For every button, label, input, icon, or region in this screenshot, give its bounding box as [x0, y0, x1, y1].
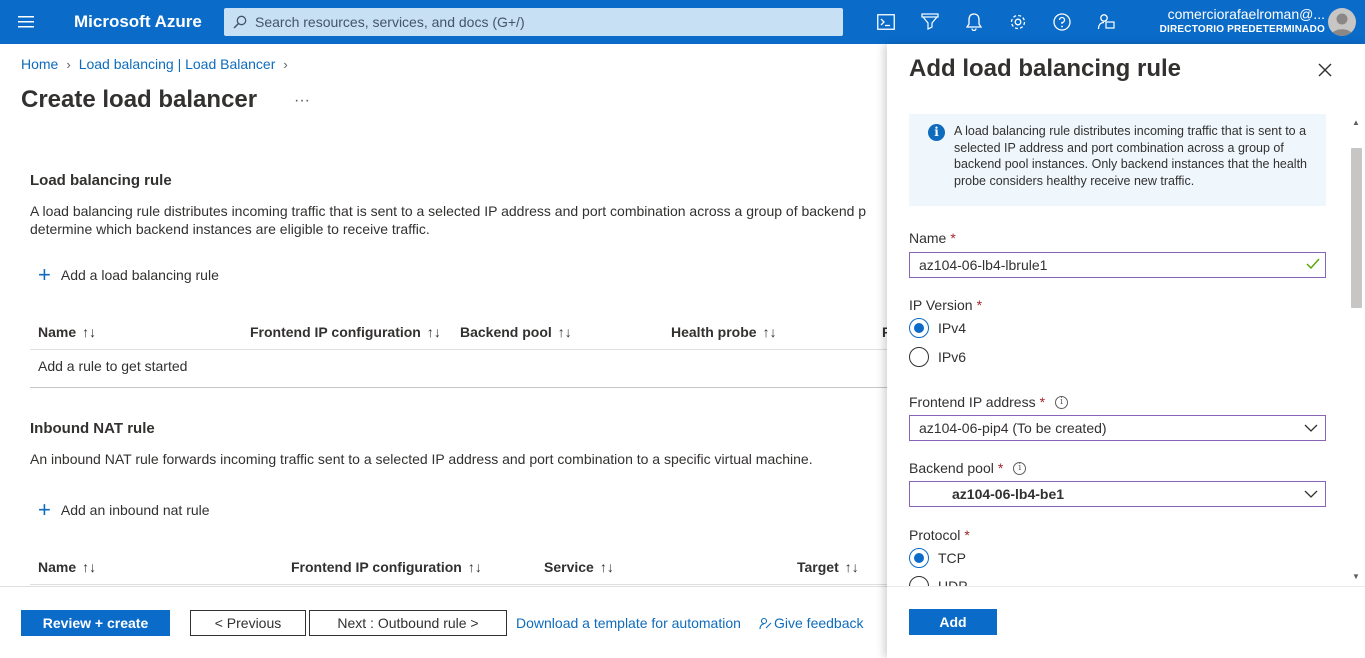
add-lb-rule-label: Add a load balancing rule — [60, 267, 219, 283]
search-input[interactable]: Search resources, services, and docs (G+… — [224, 8, 843, 36]
backend-pool-select[interactable]: az104-06-lb4-be1 — [909, 481, 1326, 507]
info-tooltip-icon[interactable]: i — [1013, 461, 1027, 475]
col-health-probe[interactable]: Health probe ↑↓ — [671, 324, 777, 340]
chevron-right-icon: › — [283, 56, 288, 72]
col-name[interactable]: Name ↑↓ — [38, 559, 96, 575]
account-directory: DIRECTORIO PREDETERMINADO — [1159, 24, 1325, 35]
frontend-ip-value: az104-06-pip4 (To be created) — [919, 420, 1107, 436]
col-frontend-ip[interactable]: Frontend IP configuration ↑↓ — [250, 324, 441, 340]
account-user: comerciorafaelroman@... — [1167, 6, 1325, 22]
nat-rule-table-header: Name ↑↓ Frontend IP configuration ↑↓ Servi… — [30, 549, 887, 585]
lb-rule-desc-1: A load balancing rule distributes incomi… — [30, 203, 867, 219]
give-feedback-link[interactable]: Give feedback — [759, 615, 864, 631]
backend-pool-label: Backend pool * i — [909, 460, 1027, 476]
plus-icon: + — [38, 262, 51, 287]
required-mark: * — [997, 460, 1004, 476]
directory-filter-icon[interactable] — [908, 0, 952, 44]
page-title: Create load balancer — [21, 86, 258, 113]
main-content: Home › Load balancing | Load Balancer › … — [0, 44, 887, 658]
feedback-icon[interactable] — [1084, 0, 1128, 44]
add-button[interactable]: Add — [909, 609, 997, 635]
scroll-up-icon[interactable]: ▲ — [1352, 118, 1360, 127]
checkmark-icon — [1301, 257, 1325, 273]
breadcrumb-load-balancing[interactable]: Load balancing | Load Balancer — [79, 56, 276, 72]
sort-icon: ↑↓ — [599, 559, 614, 575]
avatar[interactable] — [1328, 8, 1356, 36]
download-template-link[interactable]: Download a template for automation — [516, 615, 741, 631]
cloud-shell-icon[interactable] — [864, 0, 908, 44]
name-input[interactable]: az104-06-lb4-lbrule1 — [909, 252, 1326, 278]
sort-icon: ↑↓ — [762, 324, 777, 340]
menu-icon[interactable] — [0, 0, 52, 44]
brand-title[interactable]: Microsoft Azure — [52, 12, 222, 32]
top-bar: Microsoft Azure Search resources, servic… — [0, 0, 1365, 44]
add-nat-rule-button[interactable]: + Add an inbound nat rule — [38, 497, 210, 522]
panel-scrollbar[interactable]: ▲ ▼ — [1348, 114, 1365, 582]
info-banner: i A load balancing rule distributes inco… — [909, 114, 1326, 206]
ipv6-radio[interactable]: IPv6 — [909, 347, 966, 367]
add-nat-rule-label: Add an inbound nat rule — [60, 502, 210, 518]
name-label: Name * — [909, 230, 956, 246]
feedback-person-icon — [759, 617, 772, 630]
account-info[interactable]: comerciorafaelroman@... DIRECTORIO PREDE… — [1140, 6, 1325, 38]
col-frontend-ip[interactable]: Frontend IP configuration ↑↓ — [291, 559, 482, 575]
sort-icon: ↑↓ — [557, 324, 572, 340]
col-backend-pool[interactable]: Backend pool ↑↓ — [460, 324, 572, 340]
chevron-right-icon: › — [66, 56, 71, 72]
col-target[interactable]: Target ↑↓ — [797, 559, 859, 575]
col-service[interactable]: Service ↑↓ — [544, 559, 614, 575]
lb-rule-empty-row: Add a rule to get started — [38, 358, 188, 374]
ipv4-radio[interactable]: IPv4 — [909, 318, 966, 338]
wizard-footer: Review + create < Previous Next : Outbou… — [0, 586, 887, 658]
lb-rule-table-header: Name ↑↓ Frontend IP configuration ↑↓ Backe… — [30, 314, 887, 350]
review-create-button[interactable]: Review + create — [21, 610, 170, 636]
protocol-label: Protocol * — [909, 527, 970, 543]
scroll-down-icon[interactable]: ▼ — [1352, 572, 1360, 581]
info-tooltip-icon[interactable]: i — [1055, 395, 1069, 409]
chevron-down-icon — [1297, 490, 1325, 498]
ip-version-label: IP Version * — [909, 297, 983, 313]
breadcrumb: Home › Load balancing | Load Balancer › — [21, 56, 288, 72]
required-mark: * — [950, 230, 956, 246]
add-lb-rule-panel: Add load balancing rule ▲ ▼ i A load bal… — [887, 44, 1365, 658]
required-mark: * — [976, 297, 983, 313]
frontend-ip-label: Frontend IP address * i — [909, 394, 1069, 410]
search-placeholder: Search resources, services, and docs (G+… — [255, 14, 525, 30]
plus-icon: + — [38, 497, 51, 522]
sort-icon: ↑↓ — [467, 559, 482, 575]
required-mark: * — [964, 527, 970, 543]
lb-rule-desc-2: determine which backend instances are el… — [30, 221, 430, 237]
close-icon[interactable] — [1315, 60, 1335, 80]
breadcrumb-home[interactable]: Home — [21, 56, 58, 72]
settings-gear-icon[interactable] — [996, 0, 1040, 44]
chevron-down-icon — [1297, 424, 1325, 432]
backend-pool-value: az104-06-lb4-be1 — [952, 486, 1065, 502]
nat-rule-desc: An inbound NAT rule forwards incoming tr… — [30, 451, 813, 467]
notifications-bell-icon[interactable] — [952, 0, 996, 44]
previous-button[interactable]: < Previous — [190, 610, 306, 636]
sort-icon: ↑↓ — [82, 559, 97, 575]
name-input-value: az104-06-lb4-lbrule1 — [919, 257, 1048, 273]
lb-rule-heading: Load balancing rule — [30, 172, 172, 189]
col-name[interactable]: Name ↑↓ — [38, 324, 96, 340]
sort-icon: ↑↓ — [82, 324, 97, 340]
next-button[interactable]: Next : Outbound rule > — [309, 610, 507, 636]
section-divider — [30, 387, 887, 388]
add-lb-rule-button[interactable]: + Add a load balancing rule — [38, 262, 219, 287]
help-icon[interactable] — [1040, 0, 1084, 44]
panel-title: Add load balancing rule — [909, 55, 1182, 82]
frontend-ip-select[interactable]: az104-06-pip4 (To be created) — [909, 415, 1326, 441]
nat-rule-heading: Inbound NAT rule — [30, 420, 155, 437]
search-icon — [233, 15, 247, 29]
tcp-radio[interactable]: TCP — [909, 548, 966, 568]
more-options-icon[interactable]: ··· — [294, 92, 310, 110]
scrollbar-thumb[interactable] — [1351, 148, 1362, 308]
panel-footer: Add — [887, 586, 1365, 658]
sort-icon: ↑↓ — [426, 324, 441, 340]
required-mark: * — [1039, 394, 1046, 410]
info-icon: i — [928, 124, 945, 141]
sort-icon: ↑↓ — [844, 559, 859, 575]
info-text: A load balancing rule distributes incomi… — [954, 124, 1308, 188]
